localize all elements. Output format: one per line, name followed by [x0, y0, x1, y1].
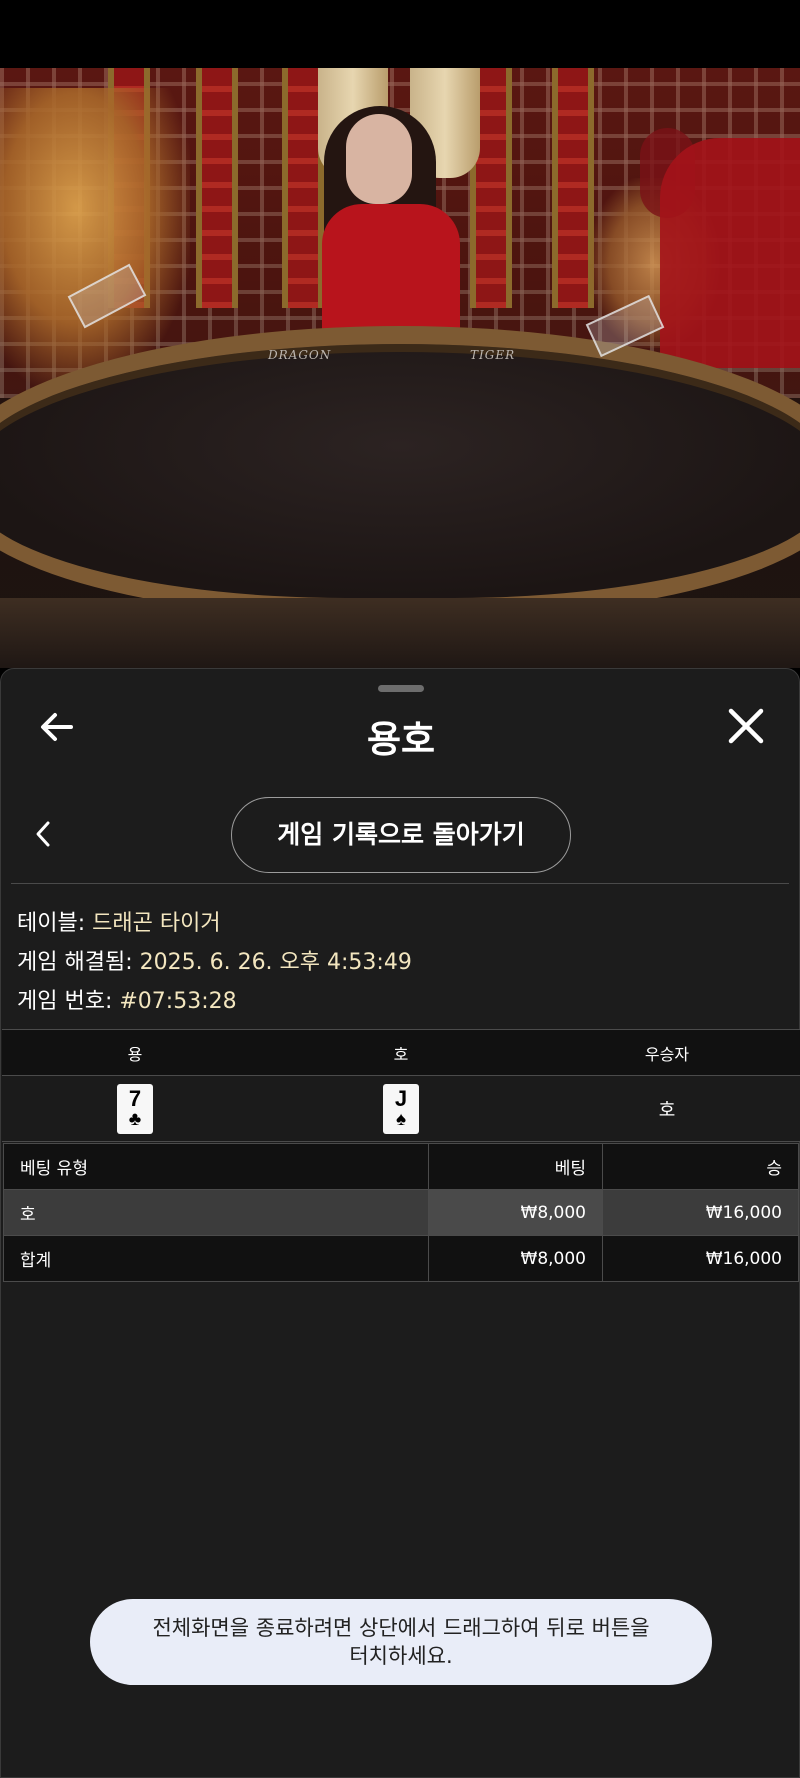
- winner-cell: 호: [534, 1075, 800, 1142]
- pillar: [552, 68, 594, 308]
- total-label-cell: 합계: [3, 1235, 429, 1282]
- game-history-sheet: 용호 게임 기록으로 돌아가기 테이블: 드래곤 타이거 게임 해결됨: 202…: [0, 668, 800, 1778]
- bets-table: 베팅 유형 베팅 승 호 ₩8,000 ₩16,000 합계 ₩8,000 ₩1…: [3, 1143, 799, 1282]
- info-game-number-label: 게임 번호:: [17, 989, 113, 1014]
- chevron-left-icon: [36, 821, 50, 847]
- drag-handle[interactable]: [378, 685, 424, 692]
- card-rank: J: [394, 1085, 408, 1111]
- table-rail: [0, 598, 800, 668]
- dealer-background: [660, 138, 800, 368]
- playing-card-tiger: J ♠: [383, 1083, 419, 1134]
- tiger-card-cell: J ♠: [268, 1075, 534, 1142]
- divider: [11, 883, 789, 884]
- results-header-tiger: 호: [268, 1029, 534, 1076]
- spade-icon: ♠: [395, 1108, 407, 1130]
- info-resolved-label: 게임 해결됨:: [17, 950, 133, 975]
- toast-line-1: 전체화면을 종료하려면 상단에서 드래그하여 뒤로 버튼을: [152, 1616, 650, 1640]
- game-table: [0, 326, 800, 616]
- fullscreen-toast: 전체화면을 종료하려면 상단에서 드래그하여 뒤로 버튼을 터치하세요.: [90, 1599, 712, 1685]
- table-label-tiger: TIGER: [470, 348, 516, 362]
- bet-amount-cell: ₩8,000: [428, 1189, 603, 1236]
- card-rank: 7: [128, 1085, 142, 1111]
- total-win-cell: ₩16,000: [602, 1235, 799, 1282]
- total-bet-cell: ₩8,000: [428, 1235, 603, 1282]
- info-table-value: 드래곤 타이거: [92, 911, 221, 936]
- back-to-history-button[interactable]: 게임 기록으로 돌아가기: [231, 797, 571, 873]
- bets-header-win: 승: [602, 1143, 799, 1190]
- bets-header-bet: 베팅: [428, 1143, 603, 1190]
- close-button[interactable]: [725, 705, 767, 747]
- table-row: 호 ₩8,000 ₩16,000: [3, 1189, 799, 1236]
- info-resolved-value: 2025. 6. 26. 오후 4:53:49: [139, 950, 412, 975]
- info-table: 테이블: 드래곤 타이거: [17, 905, 221, 937]
- toast-line-2: 터치하세요.: [349, 1644, 453, 1668]
- pillar: [196, 68, 238, 308]
- info-resolved: 게임 해결됨: 2025. 6. 26. 오후 4:53:49: [17, 944, 412, 976]
- sheet-title: 용호: [366, 718, 436, 761]
- bet-type-cell: 호: [3, 1189, 429, 1236]
- total-row: 합계 ₩8,000 ₩16,000: [3, 1235, 799, 1282]
- results-header-winner: 우승자: [534, 1029, 800, 1076]
- results-table: 용 호 우승자 7 ♣ J ♠ 호: [2, 1029, 800, 1142]
- results-header-dragon: 용: [2, 1029, 268, 1076]
- win-amount-cell: ₩16,000: [602, 1189, 799, 1236]
- playing-card-dragon: 7 ♣: [117, 1083, 153, 1134]
- previous-game-button[interactable]: [31, 819, 55, 849]
- info-game-number: 게임 번호: #07:53:28: [17, 983, 237, 1015]
- close-icon: [728, 708, 764, 744]
- live-video-stream: DRAGON TIGER: [0, 68, 800, 668]
- table-label-dragon: DRAGON: [268, 348, 332, 362]
- dragon-card-cell: 7 ♣: [2, 1075, 268, 1142]
- golden-dragon-statue: [0, 88, 190, 388]
- info-table-label: 테이블:: [17, 911, 86, 936]
- info-game-number-value: #07:53:28: [119, 989, 237, 1014]
- bets-header-type: 베팅 유형: [3, 1143, 429, 1190]
- club-icon: ♣: [128, 1108, 142, 1130]
- dealer-face: [346, 114, 412, 204]
